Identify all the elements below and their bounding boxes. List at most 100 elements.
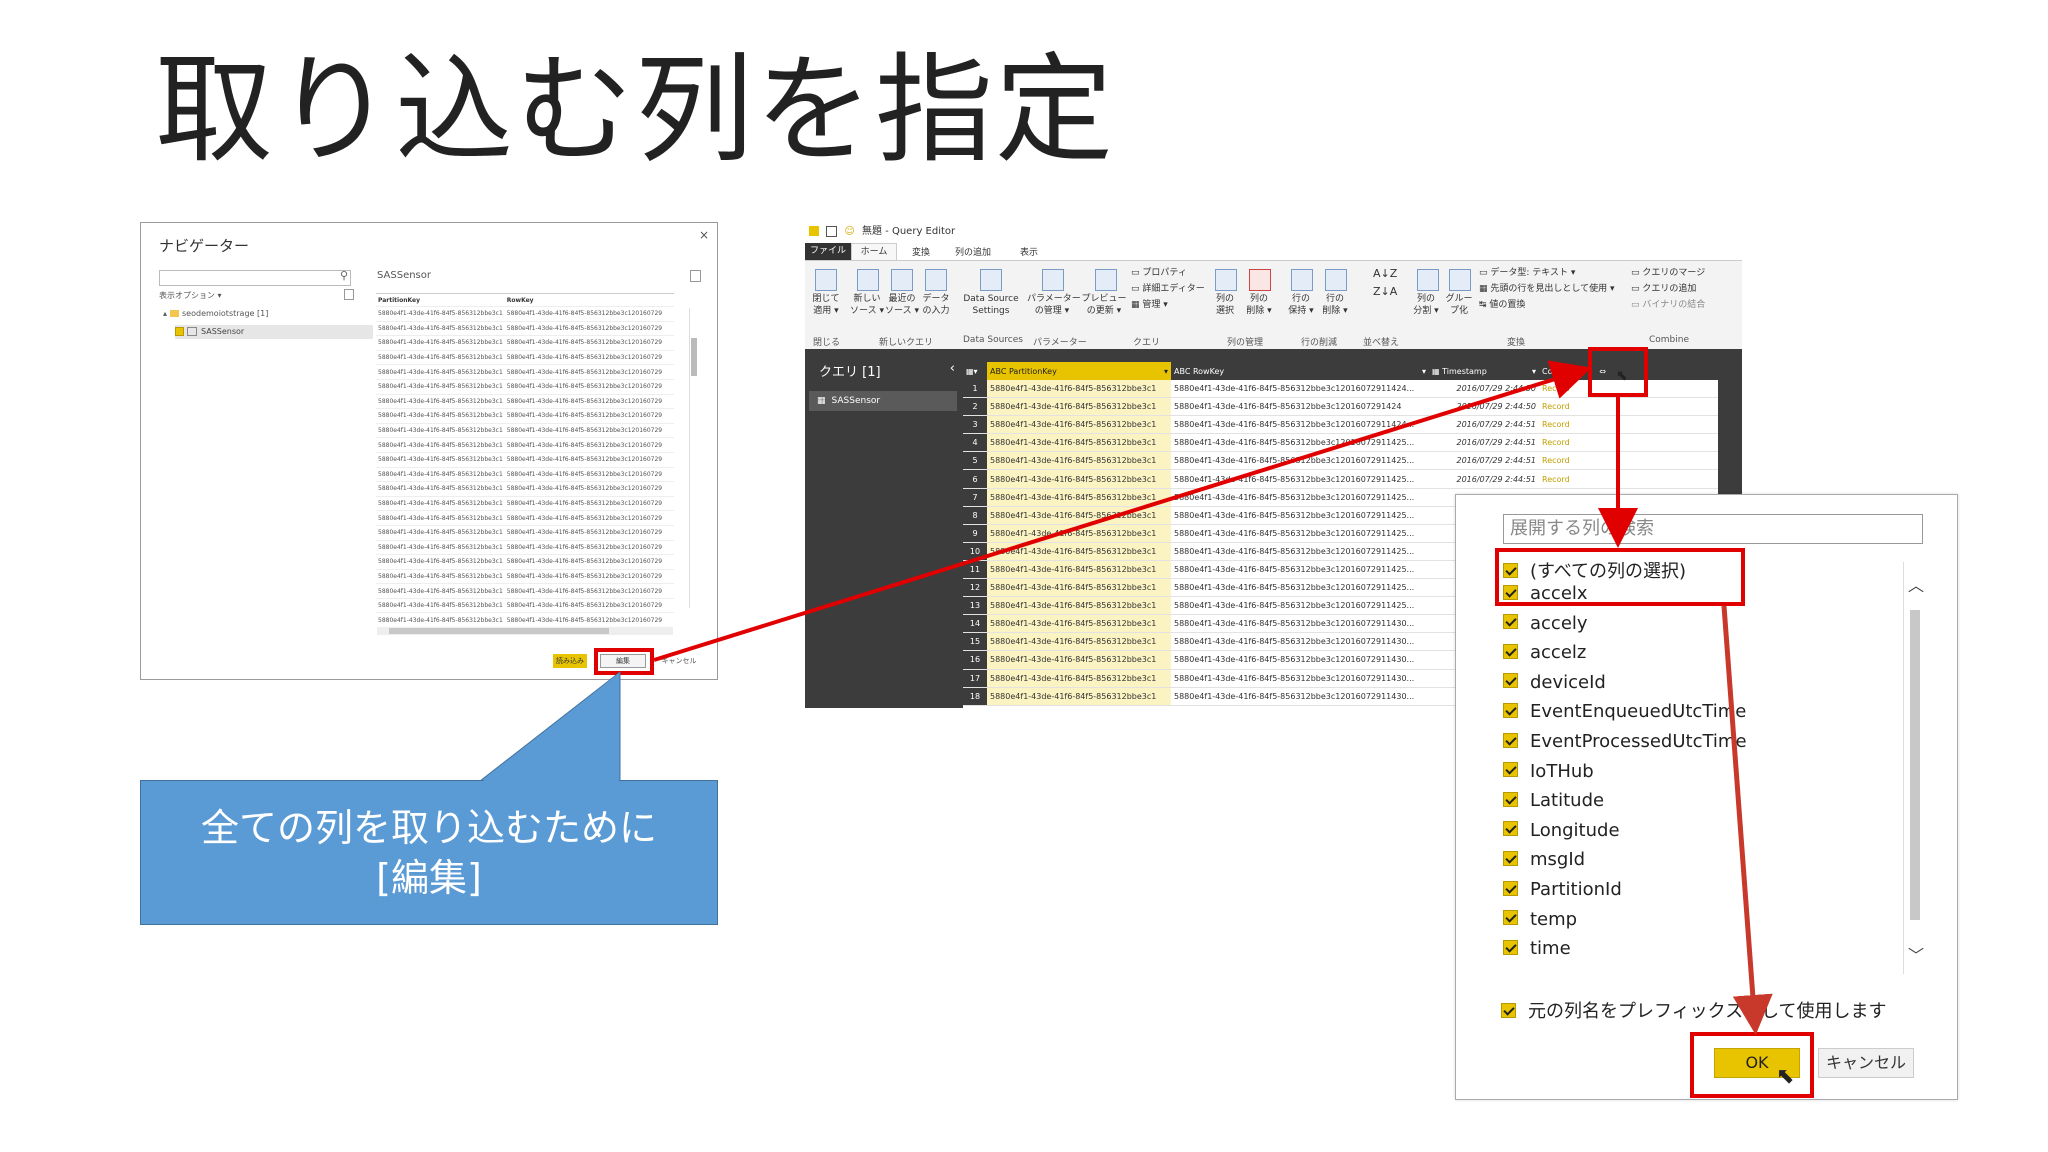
- checkbox-checked-icon[interactable]: [1503, 910, 1518, 926]
- expand-list-scrollbar[interactable]: ︿ ﹀: [1903, 562, 1926, 974]
- properties-button[interactable]: ▭ プロパティ: [1131, 265, 1187, 278]
- content-cell[interactable]: Record: [1539, 433, 1609, 453]
- scroll-thumb[interactable]: [1910, 610, 1920, 920]
- smiley-icon[interactable]: ☺: [844, 226, 854, 237]
- grid-corner[interactable]: ▦▾: [963, 362, 987, 380]
- recent-source-icon: [891, 269, 913, 291]
- timestamp-cell: 2016/07/29 2:44:51: [1429, 451, 1539, 471]
- tab-transform[interactable]: 変換: [912, 245, 930, 258]
- sort-ascending-icon[interactable]: A↓Z: [1373, 267, 1397, 280]
- enter-data-icon: [925, 269, 947, 291]
- column-checkbox-eventenqueuedutctime[interactable]: EventEnqueuedUtcTime: [1503, 698, 1746, 726]
- timestamp-cell: 2016/07/29 2:44:51: [1429, 469, 1539, 489]
- content-cell[interactable]: Record: [1539, 469, 1609, 489]
- remove-rows-button[interactable]: 行の 削除 ▾: [1317, 293, 1353, 317]
- rowkey-cell: 5880e4f1-43de-41f6-84f5-856312bbe3c12016…: [1171, 669, 1429, 688]
- save-icon[interactable]: [826, 225, 838, 237]
- column-checkbox-iothub[interactable]: IoTHub: [1503, 758, 1594, 786]
- checkbox-checked-icon[interactable]: [1503, 762, 1518, 778]
- tab-add-column[interactable]: 列の追加: [955, 245, 991, 258]
- column-header-partitionkey[interactable]: ABC PartitionKey ▾: [987, 362, 1171, 380]
- timestamp-cell: 2016/07/29 2:44:50: [1429, 397, 1539, 417]
- table-row: 5 5880e4f1-43de-41f6-84f5-856312bbe3c1 588…: [963, 451, 1718, 471]
- checkbox-checked-icon[interactable]: [1503, 880, 1518, 896]
- checkbox-checked-icon[interactable]: [1503, 821, 1518, 837]
- manage-button[interactable]: ▦ 管理 ▾: [1131, 297, 1168, 310]
- filter-dropdown-icon[interactable]: ▾: [1422, 367, 1426, 376]
- checkbox-checked-icon[interactable]: [1503, 732, 1518, 748]
- content-cell[interactable]: Record: [1539, 415, 1609, 435]
- chevron-up-icon[interactable]: ︿: [1908, 572, 1924, 596]
- content-cell[interactable]: Record: [1539, 451, 1609, 471]
- group-by-button[interactable]: グルー プ化: [1443, 293, 1475, 317]
- data-type-dropdown[interactable]: ▭ データ型: テキスト ▾: [1479, 265, 1575, 278]
- recent-source-button[interactable]: 最近の ソース ▾: [885, 293, 919, 317]
- rowkey-cell: 5880e4f1-43de-41f6-84f5-856312bbe3c12016…: [1171, 687, 1429, 706]
- checkbox-checked-icon[interactable]: [1503, 791, 1518, 807]
- filter-dropdown-icon[interactable]: ▾: [1164, 367, 1168, 376]
- column-checkbox-eventprocessedutctime[interactable]: EventProcessedUtcTime: [1503, 728, 1747, 756]
- query-item-sassensor[interactable]: ▦ SASSensor: [809, 391, 957, 411]
- column-header-timestamp[interactable]: ▦ Timestamp ▾: [1429, 362, 1539, 380]
- choose-columns-button[interactable]: 列の 選択: [1209, 293, 1241, 317]
- first-row-header-button[interactable]: ▦ 先頭の行を見出しとして使用 ▾: [1479, 281, 1614, 294]
- new-source-button[interactable]: 新しい ソース ▾: [849, 293, 885, 317]
- data-source-settings-button[interactable]: Data Source Settings: [961, 293, 1021, 317]
- column-checkbox-partitionid[interactable]: PartitionId: [1503, 876, 1622, 904]
- column-checkbox-time[interactable]: time: [1503, 935, 1571, 963]
- replace-values-button[interactable]: ↹ 値の置換: [1479, 297, 1525, 310]
- tab-file[interactable]: ファイル: [805, 243, 851, 260]
- merge-queries-button[interactable]: ▭ クエリのマージ: [1631, 265, 1705, 278]
- ribbon-home: 閉じて 適用 ▾ 新しい ソース ▾ 最近の ソース ▾ データ の入力 Data So…: [805, 260, 1742, 350]
- close-apply-button[interactable]: 閉じて 適用 ▾: [807, 293, 845, 317]
- checkbox-checked-icon[interactable]: [1503, 643, 1518, 659]
- column-checkbox-accelz[interactable]: accelz: [1503, 639, 1586, 667]
- column-label: deviceId: [1530, 671, 1606, 693]
- expand-search-input[interactable]: 展開する列の検索: [1503, 514, 1923, 544]
- checkbox-checked-icon[interactable]: [1503, 614, 1518, 630]
- append-queries-button[interactable]: ▭ クエリの追加: [1631, 281, 1696, 294]
- checkbox-checked-icon[interactable]: [1503, 702, 1518, 718]
- manage-parameters-button[interactable]: パラメーター の管理 ▾: [1027, 293, 1081, 317]
- checkbox-checked-icon[interactable]: [1503, 939, 1518, 955]
- tab-view[interactable]: 表示: [1020, 245, 1038, 258]
- popup-cancel-button[interactable]: キャンセル: [1818, 1048, 1914, 1078]
- refresh-preview-button[interactable]: プレビュー の更新 ▾: [1081, 293, 1127, 317]
- content-cell[interactable]: Record: [1539, 397, 1609, 417]
- prefix-checkbox[interactable]: 元の列名をプレフィックスとして使用します: [1501, 997, 1887, 1023]
- rowkey-cell: 5880e4f1-43de-41f6-84f5-856312bbe3c12016…: [1171, 380, 1429, 399]
- column-label: EventEnqueuedUtcTime: [1530, 701, 1747, 723]
- combine-binaries-button[interactable]: ▭ バイナリの結合: [1631, 297, 1705, 310]
- partitionkey-cell: 5880e4f1-43de-41f6-84f5-856312bbe3c1: [987, 560, 1171, 580]
- column-checkbox-longitude[interactable]: Longitude: [1503, 817, 1620, 845]
- partitionkey-cell: 5880e4f1-43de-41f6-84f5-856312bbe3c1: [987, 380, 1171, 399]
- checkbox-checked-icon[interactable]: [1503, 850, 1518, 866]
- partitionkey-cell: 5880e4f1-43de-41f6-84f5-856312bbe3c1: [987, 687, 1171, 706]
- remove-rows-icon: [1325, 269, 1347, 291]
- split-column-button[interactable]: 列の 分割 ▾: [1409, 293, 1443, 317]
- column-checkbox-msgid[interactable]: msgId: [1503, 846, 1585, 874]
- sort-descending-icon[interactable]: Z↓A: [1373, 285, 1397, 298]
- row-number: 6: [963, 469, 987, 489]
- column-checkbox-temp[interactable]: temp: [1503, 906, 1577, 934]
- rowkey-cell: 5880e4f1-43de-41f6-84f5-856312bbe3c12016…: [1171, 542, 1429, 561]
- rowkey-cell: 5880e4f1-43de-41f6-84f5-856312bbe3c12016…: [1171, 578, 1429, 598]
- collapse-chevron-icon[interactable]: ‹: [950, 361, 955, 376]
- checkbox-checked-icon[interactable]: [1503, 673, 1518, 689]
- empty-cell: [1609, 469, 1718, 489]
- enter-data-button[interactable]: データ の入力: [919, 293, 953, 317]
- row-number: 13: [963, 596, 987, 616]
- chevron-down-icon[interactable]: ﹀: [1908, 942, 1924, 966]
- column-checkbox-deviceid[interactable]: deviceId: [1503, 669, 1606, 697]
- keep-rows-button[interactable]: 行の 保持 ▾: [1283, 293, 1319, 317]
- column-checkbox-accely[interactable]: accely: [1503, 610, 1588, 638]
- column-header-rowkey[interactable]: ABC RowKey ▾: [1171, 362, 1429, 380]
- checkbox-checked-icon[interactable]: [1501, 1002, 1516, 1018]
- column-checkbox-latitude[interactable]: Latitude: [1503, 787, 1604, 815]
- app-icon: [809, 226, 819, 236]
- row-number: 1: [963, 380, 987, 399]
- filter-dropdown-icon[interactable]: ▾: [1532, 367, 1536, 376]
- remove-columns-button[interactable]: 列の 削除 ▾: [1243, 293, 1275, 317]
- advanced-editor-button[interactable]: ▭ 詳細エディター: [1131, 281, 1205, 294]
- tab-home[interactable]: ホーム: [851, 243, 897, 261]
